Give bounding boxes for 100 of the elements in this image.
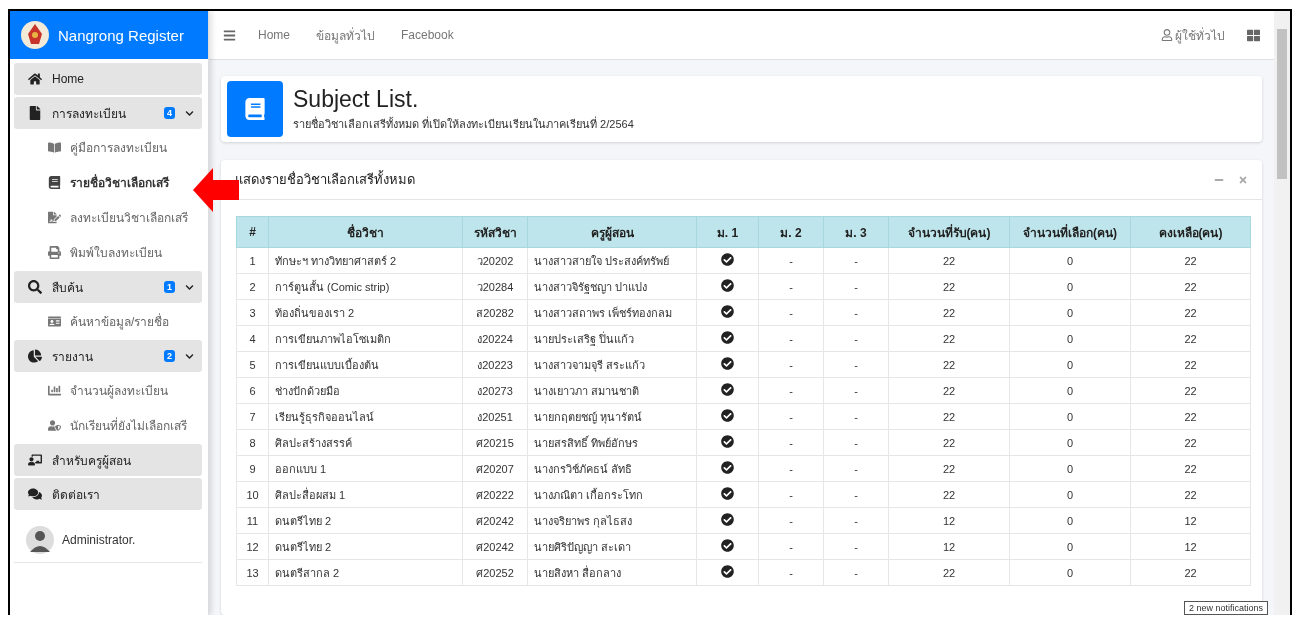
- card-title: แสดงรายชื่อวิชาเลือกเสรีทั้งหมด: [235, 169, 415, 189]
- table-cell: 22: [1130, 351, 1251, 378]
- table-cell: 0: [1009, 481, 1131, 508]
- table-cell: 0: [1009, 273, 1131, 300]
- table-cell: 0: [1009, 507, 1131, 534]
- school-logo: [20, 20, 50, 50]
- sidebar-item[interactable]: รายชื่อวิชาเลือกเสรี: [14, 166, 173, 199]
- table-cell: 22: [1130, 559, 1251, 586]
- table-cell: ช่างปักด้วยมือ: [268, 377, 463, 404]
- signature-icon: [48, 211, 61, 224]
- table-cell: -: [823, 559, 889, 586]
- sidebar-group[interactable]: ติดต่อเรา: [14, 478, 202, 510]
- table-cell: การเขียนแบบเบื้องต้น: [268, 351, 463, 378]
- user-name[interactable]: Administrator.: [62, 533, 136, 547]
- scrollbar[interactable]: [1274, 11, 1290, 615]
- user-icon: [1161, 29, 1173, 41]
- search-icon: [28, 280, 42, 294]
- table-cell: 22: [888, 481, 1010, 508]
- table-cell: นายศิริปัญญา สะเดา: [527, 533, 697, 560]
- home-icon: [28, 72, 42, 86]
- table-cell: 0: [1009, 247, 1131, 274]
- table-cell: ดนตรีไทย 2: [268, 507, 463, 534]
- table-cell: ดนตรีไทย 2: [268, 533, 463, 560]
- page-subtitle: รายชื่อวิชาเลือกเสรีทั้งหมด ที่เปิดให้ลงทะเบียนเรียนในภาคเรียนที่ 2/2564: [293, 115, 634, 132]
- sidebar-group[interactable]: การลงทะเบียน 4: [14, 97, 202, 129]
- sidebar-item[interactable]: คู่มือการลงทะเบียน: [14, 131, 171, 164]
- table-cell: ง20273: [462, 377, 528, 404]
- table-cell: 22: [888, 429, 1010, 456]
- table-cell: 22: [1130, 403, 1251, 430]
- table-cell: 12: [888, 507, 1010, 534]
- table-cell: 0: [1009, 325, 1131, 352]
- table-cell: 22: [888, 247, 1010, 274]
- table-cell: -: [758, 481, 824, 508]
- menu-icon[interactable]: [223, 28, 236, 42]
- user-shield-icon: [48, 419, 61, 432]
- column-header: จำนวนที่รับ(คน): [888, 216, 1010, 248]
- bar-chart-icon: [48, 384, 61, 397]
- table-cell: ศ20215: [462, 429, 528, 456]
- table-cell: 6: [236, 377, 269, 404]
- table-cell: 12: [1130, 533, 1251, 560]
- id-card-icon: [48, 315, 61, 328]
- table-cell: -: [758, 273, 824, 300]
- table-cell: 11: [236, 507, 269, 534]
- table-cell: 5: [236, 351, 269, 378]
- table-cell: ออกแบบ 1: [268, 455, 463, 482]
- table-cell: นางกรวิช์ภัคธน์ ลัทธิ: [527, 455, 697, 482]
- table-cell: 10: [236, 481, 269, 508]
- table-cell: นางภณิตา เกื้อกระโทก: [527, 481, 697, 508]
- sidebar-item[interactable]: นักเรียนที่ยังไม่เลือกเสรี: [14, 409, 191, 442]
- sidebar-group[interactable]: Home: [14, 63, 202, 95]
- table-cell: 22: [888, 403, 1010, 430]
- nav-link[interactable]: Facebook: [401, 28, 454, 42]
- page-title: Subject List.: [293, 85, 420, 113]
- sidebar-item[interactable]: จำนวนผู้ลงทะเบียน: [14, 374, 172, 407]
- table-cell: -: [823, 273, 889, 300]
- sidebar-group[interactable]: สืบค้น 1: [14, 271, 202, 303]
- table-cell: นางสาวสายใจ ประสงค์ทรัพย์: [527, 247, 697, 274]
- table-cell: ศิลปะสื่อผสม 1: [268, 481, 463, 508]
- sidebar-group[interactable]: สำหรับครูผู้สอน: [14, 444, 202, 476]
- table-cell: -: [823, 455, 889, 482]
- table-cell: -: [823, 403, 889, 430]
- table-cell: 12: [1130, 507, 1251, 534]
- table-cell: 0: [1009, 403, 1131, 430]
- chevron-down-icon: [185, 351, 194, 361]
- nav-link[interactable]: ข้อมูลทั่วไป: [316, 25, 375, 45]
- table-cell: นายกฤตยชญ์ หุนารัตน์: [527, 403, 697, 430]
- count-badge: 1: [164, 281, 175, 293]
- table-cell: 22: [1130, 429, 1251, 456]
- table-cell: 22: [1130, 377, 1251, 404]
- table-cell: 0: [1009, 533, 1131, 560]
- book-icon: [244, 98, 266, 120]
- table-cell: 7: [236, 403, 269, 430]
- user-link[interactable]: ผู้ใช้ทั่วไป: [1161, 25, 1225, 45]
- sidebar-item[interactable]: พิมพ์ใบลงทะเบียน: [14, 236, 166, 269]
- sidebar-item[interactable]: ค้นหาข้อมูล/รายชื่อ: [14, 305, 174, 338]
- chevron-down-icon: [185, 108, 194, 118]
- column-header: รหัสวิชา: [462, 216, 528, 248]
- column-header: ม. 3: [823, 216, 889, 248]
- column-header: ม. 1: [696, 216, 759, 248]
- sidebar-item[interactable]: ลงทะเบียนวิชาเลือกเสรี: [14, 201, 192, 234]
- table-cell: -: [758, 247, 824, 274]
- nav-link[interactable]: Home: [258, 28, 290, 42]
- notification-tooltip: 2 new notifications: [1183, 601, 1268, 615]
- table-cell: 22: [1130, 455, 1251, 482]
- column-header: ม. 2: [758, 216, 824, 248]
- table-cell: ศ20242: [462, 507, 528, 534]
- table-cell: 22: [888, 377, 1010, 404]
- table-cell: -: [758, 455, 824, 482]
- table-cell: 12: [236, 533, 269, 560]
- grid-icon[interactable]: [1247, 28, 1260, 42]
- printer-icon: [48, 246, 61, 259]
- table-cell: นางสาวสถาพร เพ็ชร์ทองกลม: [527, 299, 697, 326]
- table-cell: 22: [888, 273, 1010, 300]
- close-icon[interactable]: [1238, 174, 1248, 185]
- chevron-down-icon: [185, 282, 194, 292]
- table-cell: การเขียนภาพไอโซเมติก: [268, 325, 463, 352]
- column-header: ชื่อวิชา: [268, 216, 463, 248]
- count-badge: 4: [164, 107, 175, 119]
- sidebar-group[interactable]: รายงาน 2: [14, 340, 202, 372]
- table-cell: -: [758, 377, 824, 404]
